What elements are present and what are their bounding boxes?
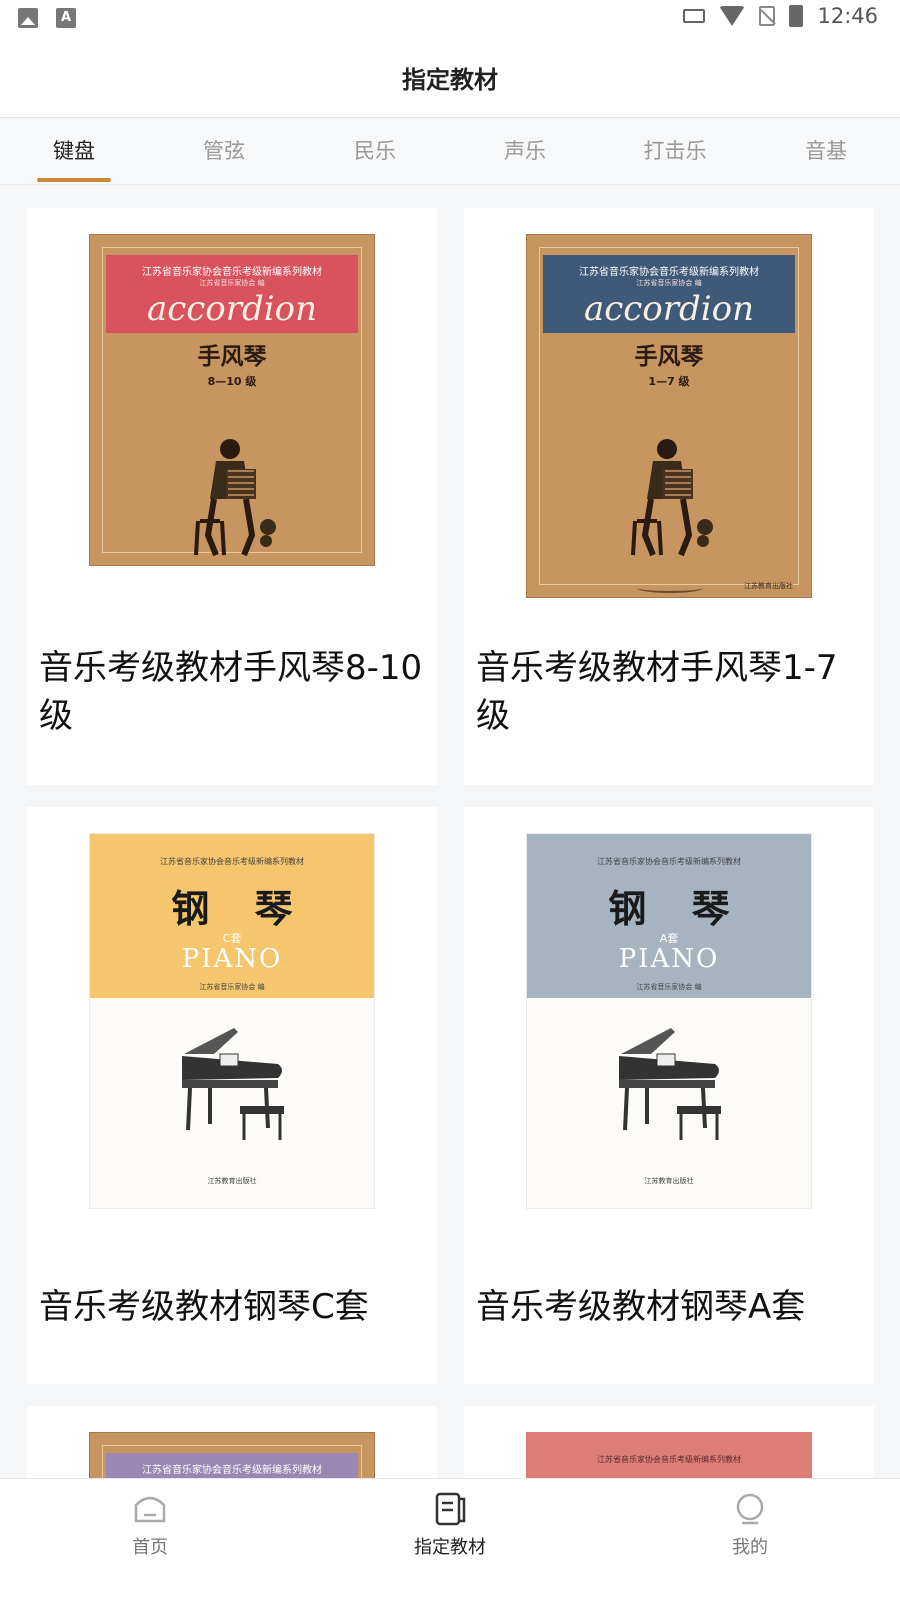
- cover-english-title: PIANO: [181, 944, 283, 974]
- cover-series-text: 江苏省音乐家协会音乐考级新编系列教材: [579, 267, 759, 278]
- category-tabs: 键盘 管弦 民乐 声乐 打击乐 音基: [0, 119, 900, 185]
- cover-series-text: 江苏省音乐家协会音乐考级新编系列教材: [160, 857, 304, 866]
- book-card[interactable]: 江苏省音乐家协会音乐考级新编系列教材 江苏省音乐家协会 编 accordion …: [27, 208, 437, 785]
- cover-editor-text: 江苏省音乐家协会 编: [636, 279, 702, 287]
- tab-vocal[interactable]: 声乐: [470, 135, 580, 165]
- tab-active-indicator: [37, 178, 111, 182]
- cover-instrument-name: 钢 琴: [608, 886, 746, 931]
- cover-band: 江苏省音乐家协会音乐考级新编系列教材 江苏省音乐家协会 编 accordion: [543, 255, 795, 333]
- nav-home-label: 首页: [132, 1537, 168, 1558]
- nav-home[interactable]: 首页: [70, 1491, 230, 1559]
- cover-editor-text: 江苏省音乐家协会 编: [636, 983, 702, 991]
- cover-publisher-text: 江苏教育出版社: [644, 1177, 694, 1185]
- textbook-icon: [435, 1492, 466, 1526]
- wifi-icon: [719, 6, 746, 26]
- cover-level-text: 8—10 级: [207, 375, 257, 388]
- cover-color-block: 江苏省音乐家协会音乐考级新编系列教材 钢 琴 A套 PIANO 江苏省音乐家协会…: [527, 834, 811, 998]
- tab-folk[interactable]: 民乐: [320, 135, 430, 165]
- book-cover: 江苏省音乐家协会音乐考级新编系列教材 江苏省音乐家协会 编 accordion …: [526, 234, 812, 598]
- cover-instrument-name: 钢 琴: [171, 886, 309, 931]
- cover-instrument-name: 手风琴: [197, 343, 267, 370]
- book-cover: 江苏省音乐家协会音乐考级新编系列教材: [526, 1432, 812, 1478]
- book-cover: 江苏省音乐家协会音乐考级新编系列教材 钢 琴 A套 PIANO 江苏省音乐家协会…: [526, 833, 812, 1209]
- cover-series-text: 江苏省音乐家协会音乐考级新编系列教材: [597, 857, 741, 866]
- cover-series-text: 江苏省音乐家协会音乐考级新编系列教材: [142, 267, 322, 278]
- page-title: 指定教材: [402, 66, 498, 94]
- cover-ornament: [637, 583, 703, 593]
- book-card[interactable]: 江苏省音乐家协会音乐考级新编系列教材: [464, 1406, 874, 1478]
- nav-profile[interactable]: 我的: [670, 1491, 830, 1559]
- clock-time: 12:46: [817, 4, 878, 28]
- cover-editor-text: 江苏省音乐家协会 编: [199, 983, 265, 991]
- title-bar: 指定教材: [0, 38, 900, 118]
- tab-music-basics[interactable]: 音基: [771, 135, 881, 165]
- book-cover: 江苏省音乐家协会音乐考级新编系列教材 钢 琴 C套 PIANO 江苏省音乐家协会…: [89, 833, 375, 1209]
- cover-publisher-text: 江苏教育出版社: [207, 1177, 257, 1185]
- cover-editor-text: 江苏省音乐家协会 编: [199, 279, 265, 287]
- tab-percussion[interactable]: 打击乐: [620, 135, 730, 165]
- cover-publisher-text: 江苏教育出版社: [744, 582, 793, 590]
- a-text-icon: A: [56, 8, 76, 28]
- profile-icon: [736, 1493, 764, 1525]
- nav-profile-label: 我的: [732, 1537, 768, 1558]
- cover-level-text: 1—7 级: [648, 375, 690, 388]
- book-cover: 江苏省音乐家协会音乐考级新编系列教材 江苏省音乐家协会 编 accordion …: [89, 234, 375, 566]
- accordion-player-illustration: [631, 439, 713, 557]
- book-cover: 江苏省音乐家协会音乐考级新编系列教材: [89, 1432, 375, 1478]
- home-icon: [134, 1496, 166, 1523]
- cover-series-text: 江苏省音乐家协会音乐考级新编系列教材: [597, 1455, 741, 1464]
- book-title: 音乐考级教材钢琴A套: [476, 1287, 806, 1327]
- book-card[interactable]: 江苏省音乐家协会音乐考级新编系列教材 江苏省音乐家协会 编 accordion …: [464, 208, 874, 785]
- book-title: 音乐考级教材手风琴8-10级: [39, 648, 423, 736]
- grand-piano-illustration: [619, 1028, 721, 1140]
- cover-english-title: accordion: [583, 289, 755, 329]
- accordion-player-illustration: [194, 439, 276, 557]
- cover-instrument-name: 手风琴: [634, 343, 704, 370]
- bottom-navigation: 首页 指定教材 我的: [0, 1478, 900, 1600]
- book-card[interactable]: 江苏省音乐家协会音乐考级新编系列教材: [27, 1406, 437, 1478]
- cast-icon: [683, 9, 706, 23]
- image-icon: [18, 8, 38, 28]
- cover-band: 江苏省音乐家协会音乐考级新编系列教材: [106, 1453, 358, 1478]
- cover-color-block: 江苏省音乐家协会音乐考级新编系列教材: [526, 1432, 812, 1478]
- cover-series-text: 江苏省音乐家协会音乐考级新编系列教材: [142, 1465, 322, 1476]
- cover-color-block: 江苏省音乐家协会音乐考级新编系列教材 钢 琴 C套 PIANO 江苏省音乐家协会…: [90, 834, 374, 998]
- book-card[interactable]: 江苏省音乐家协会音乐考级新编系列教材 钢 琴 A套 PIANO 江苏省音乐家协会…: [464, 807, 874, 1384]
- no-sim-icon: [759, 6, 776, 26]
- status-bar: A 12:46: [0, 0, 900, 38]
- cover-band: 江苏省音乐家协会音乐考级新编系列教材 江苏省音乐家协会 编 accordion: [106, 255, 358, 333]
- book-card[interactable]: 江苏省音乐家协会音乐考级新编系列教材 钢 琴 C套 PIANO 江苏省音乐家协会…: [27, 807, 437, 1384]
- book-title: 音乐考级教材钢琴C套: [39, 1287, 369, 1327]
- book-title: 音乐考级教材手风琴1-7级: [476, 648, 838, 736]
- cover-english-title: PIANO: [618, 944, 720, 974]
- nav-textbooks[interactable]: 指定教材: [370, 1491, 530, 1559]
- battery-icon: [789, 5, 804, 27]
- grand-piano-illustration: [182, 1028, 284, 1140]
- tab-keyboard[interactable]: 键盘: [19, 135, 129, 165]
- nav-textbooks-label: 指定教材: [414, 1537, 486, 1558]
- tab-orchestral[interactable]: 管弦: [169, 135, 279, 165]
- cover-english-title: accordion: [146, 289, 318, 329]
